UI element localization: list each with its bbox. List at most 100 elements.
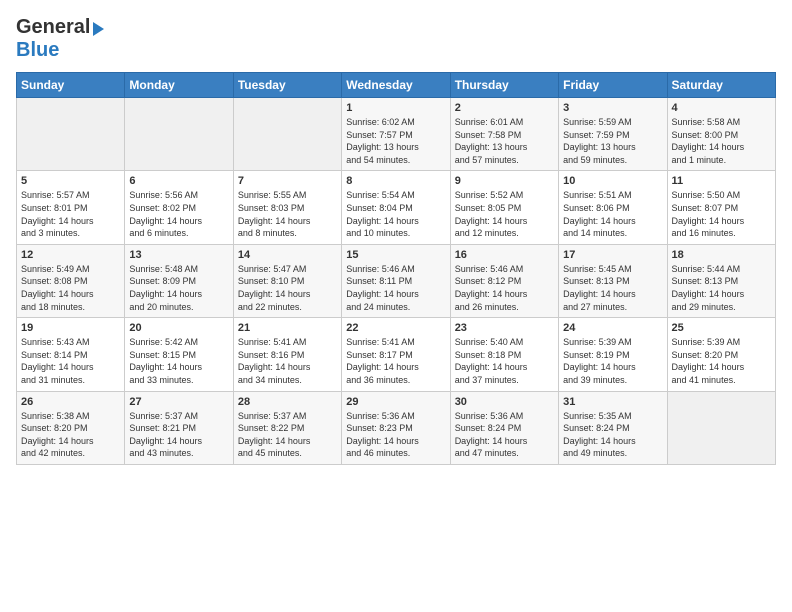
calendar-cell: 13 Sunrise: 5:48 AMSunset: 8:09 PMDayligh…: [125, 244, 233, 317]
day-info: Sunrise: 5:43 AMSunset: 8:14 PMDaylight:…: [21, 336, 120, 386]
weekday-wednesday: Wednesday: [342, 73, 450, 98]
day-number: 11: [672, 175, 771, 187]
day-number: 5: [21, 175, 120, 187]
logo-arrow-icon: [93, 22, 104, 36]
day-number: 13: [129, 249, 228, 261]
calendar-cell: 19 Sunrise: 5:43 AMSunset: 8:14 PMDayligh…: [17, 318, 125, 391]
day-number: 27: [129, 396, 228, 408]
calendar-cell: 29 Sunrise: 5:36 AMSunset: 8:23 PMDayligh…: [342, 391, 450, 464]
weekday-sunday: Sunday: [17, 73, 125, 98]
day-number: 19: [21, 322, 120, 334]
calendar-cell: 15 Sunrise: 5:46 AMSunset: 8:11 PMDayligh…: [342, 244, 450, 317]
week-row-5: 26 Sunrise: 5:38 AMSunset: 8:20 PMDayligh…: [17, 391, 776, 464]
day-number: 23: [455, 322, 554, 334]
logo-blue: Blue: [16, 39, 59, 61]
day-number: 22: [346, 322, 445, 334]
logo: General Blue: [16, 16, 104, 62]
week-row-4: 19 Sunrise: 5:43 AMSunset: 8:14 PMDayligh…: [17, 318, 776, 391]
day-number: 7: [238, 175, 337, 187]
day-number: 14: [238, 249, 337, 261]
day-number: 30: [455, 396, 554, 408]
day-number: 15: [346, 249, 445, 261]
calendar-cell: 6 Sunrise: 5:56 AMSunset: 8:02 PMDaylight…: [125, 171, 233, 244]
calendar-cell: 24 Sunrise: 5:39 AMSunset: 8:19 PMDayligh…: [559, 318, 667, 391]
day-number: 26: [21, 396, 120, 408]
page: General Blue SundayMondayTuesdayWednesda…: [0, 0, 792, 481]
calendar-cell: 2 Sunrise: 6:01 AMSunset: 7:58 PMDaylight…: [450, 98, 558, 171]
day-number: 21: [238, 322, 337, 334]
day-number: 31: [563, 396, 662, 408]
day-number: 20: [129, 322, 228, 334]
day-number: 8: [346, 175, 445, 187]
day-number: 3: [563, 102, 662, 114]
calendar-cell: 27 Sunrise: 5:37 AMSunset: 8:21 PMDayligh…: [125, 391, 233, 464]
calendar-cell: 26 Sunrise: 5:38 AMSunset: 8:20 PMDayligh…: [17, 391, 125, 464]
header: General Blue: [16, 16, 776, 62]
calendar-cell: 10 Sunrise: 5:51 AMSunset: 8:06 PMDayligh…: [559, 171, 667, 244]
day-info: Sunrise: 5:55 AMSunset: 8:03 PMDaylight:…: [238, 189, 337, 239]
day-number: 1: [346, 102, 445, 114]
day-info: Sunrise: 5:47 AMSunset: 8:10 PMDaylight:…: [238, 263, 337, 313]
weekday-friday: Friday: [559, 73, 667, 98]
day-info: Sunrise: 5:54 AMSunset: 8:04 PMDaylight:…: [346, 189, 445, 239]
calendar-cell: 14 Sunrise: 5:47 AMSunset: 8:10 PMDayligh…: [233, 244, 341, 317]
calendar-cell: 21 Sunrise: 5:41 AMSunset: 8:16 PMDayligh…: [233, 318, 341, 391]
calendar-cell: [125, 98, 233, 171]
day-info: Sunrise: 5:58 AMSunset: 8:00 PMDaylight:…: [672, 116, 771, 166]
day-info: Sunrise: 5:45 AMSunset: 8:13 PMDaylight:…: [563, 263, 662, 313]
logo-general: General: [16, 16, 90, 39]
day-info: Sunrise: 5:59 AMSunset: 7:59 PMDaylight:…: [563, 116, 662, 166]
day-info: Sunrise: 5:39 AMSunset: 8:19 PMDaylight:…: [563, 336, 662, 386]
calendar-cell: 25Sunrise: 5:39 AMSunset: 8:20 PMDayligh…: [667, 318, 775, 391]
day-number: 12: [21, 249, 120, 261]
day-number: 29: [346, 396, 445, 408]
day-info: Sunrise: 5:36 AMSunset: 8:24 PMDaylight:…: [455, 410, 554, 460]
weekday-monday: Monday: [125, 73, 233, 98]
calendar-cell: 18 Sunrise: 5:44 AMSunset: 8:13 PMDayligh…: [667, 244, 775, 317]
day-info: Sunrise: 5:35 AMSunset: 8:24 PMDaylight:…: [563, 410, 662, 460]
day-info: Sunrise: 5:46 AMSunset: 8:12 PMDaylight:…: [455, 263, 554, 313]
day-info: Sunrise: 5:41 AMSunset: 8:17 PMDaylight:…: [346, 336, 445, 386]
day-info: Sunrise: 5:49 AMSunset: 8:08 PMDaylight:…: [21, 263, 120, 313]
day-info: Sunrise: 5:36 AMSunset: 8:23 PMDaylight:…: [346, 410, 445, 460]
day-info: Sunrise: 5:37 AMSunset: 8:22 PMDaylight:…: [238, 410, 337, 460]
day-info: Sunrise: 5:51 AMSunset: 8:06 PMDaylight:…: [563, 189, 662, 239]
calendar-cell: 4 Sunrise: 5:58 AMSunset: 8:00 PMDaylight…: [667, 98, 775, 171]
day-info: Sunrise: 5:39 AMSunset: 8:20 PMDaylight:…: [672, 336, 771, 386]
calendar-cell: 31 Sunrise: 5:35 AMSunset: 8:24 PMDayligh…: [559, 391, 667, 464]
calendar-cell: 17 Sunrise: 5:45 AMSunset: 8:13 PMDayligh…: [559, 244, 667, 317]
calendar-cell: [17, 98, 125, 171]
weekday-tuesday: Tuesday: [233, 73, 341, 98]
day-info: Sunrise: 6:01 AMSunset: 7:58 PMDaylight:…: [455, 116, 554, 166]
day-number: 28: [238, 396, 337, 408]
day-number: 24: [563, 322, 662, 334]
calendar-cell: 7 Sunrise: 5:55 AMSunset: 8:03 PMDaylight…: [233, 171, 341, 244]
calendar-cell: 30 Sunrise: 5:36 AMSunset: 8:24 PMDayligh…: [450, 391, 558, 464]
day-number: 10: [563, 175, 662, 187]
day-info: Sunrise: 5:56 AMSunset: 8:02 PMDaylight:…: [129, 189, 228, 239]
day-info: Sunrise: 5:50 AMSunset: 8:07 PMDaylight:…: [672, 189, 771, 239]
calendar-cell: 16Sunrise: 5:46 AMSunset: 8:12 PMDayligh…: [450, 244, 558, 317]
day-number: 6: [129, 175, 228, 187]
day-number: 17: [563, 249, 662, 261]
day-info: Sunrise: 5:40 AMSunset: 8:18 PMDaylight:…: [455, 336, 554, 386]
day-number: 2: [455, 102, 554, 114]
day-info: Sunrise: 5:46 AMSunset: 8:11 PMDaylight:…: [346, 263, 445, 313]
day-info: Sunrise: 5:37 AMSunset: 8:21 PMDaylight:…: [129, 410, 228, 460]
day-info: Sunrise: 5:44 AMSunset: 8:13 PMDaylight:…: [672, 263, 771, 313]
calendar-cell: 11 Sunrise: 5:50 AMSunset: 8:07 PMDayligh…: [667, 171, 775, 244]
day-number: 18: [672, 249, 771, 261]
calendar-cell: 1Sunrise: 6:02 AMSunset: 7:57 PMDaylight…: [342, 98, 450, 171]
calendar-cell: 3 Sunrise: 5:59 AMSunset: 7:59 PMDaylight…: [559, 98, 667, 171]
week-row-2: 5Sunrise: 5:57 AMSunset: 8:01 PMDaylight…: [17, 171, 776, 244]
day-info: Sunrise: 5:52 AMSunset: 8:05 PMDaylight:…: [455, 189, 554, 239]
calendar-cell: 9Sunrise: 5:52 AMSunset: 8:05 PMDaylight…: [450, 171, 558, 244]
day-info: Sunrise: 5:48 AMSunset: 8:09 PMDaylight:…: [129, 263, 228, 313]
day-info: Sunrise: 5:38 AMSunset: 8:20 PMDaylight:…: [21, 410, 120, 460]
calendar-cell: [667, 391, 775, 464]
day-info: Sunrise: 5:41 AMSunset: 8:16 PMDaylight:…: [238, 336, 337, 386]
day-info: Sunrise: 5:42 AMSunset: 8:15 PMDaylight:…: [129, 336, 228, 386]
week-row-1: 1Sunrise: 6:02 AMSunset: 7:57 PMDaylight…: [17, 98, 776, 171]
calendar-cell: 5Sunrise: 5:57 AMSunset: 8:01 PMDaylight…: [17, 171, 125, 244]
day-number: 4: [672, 102, 771, 114]
